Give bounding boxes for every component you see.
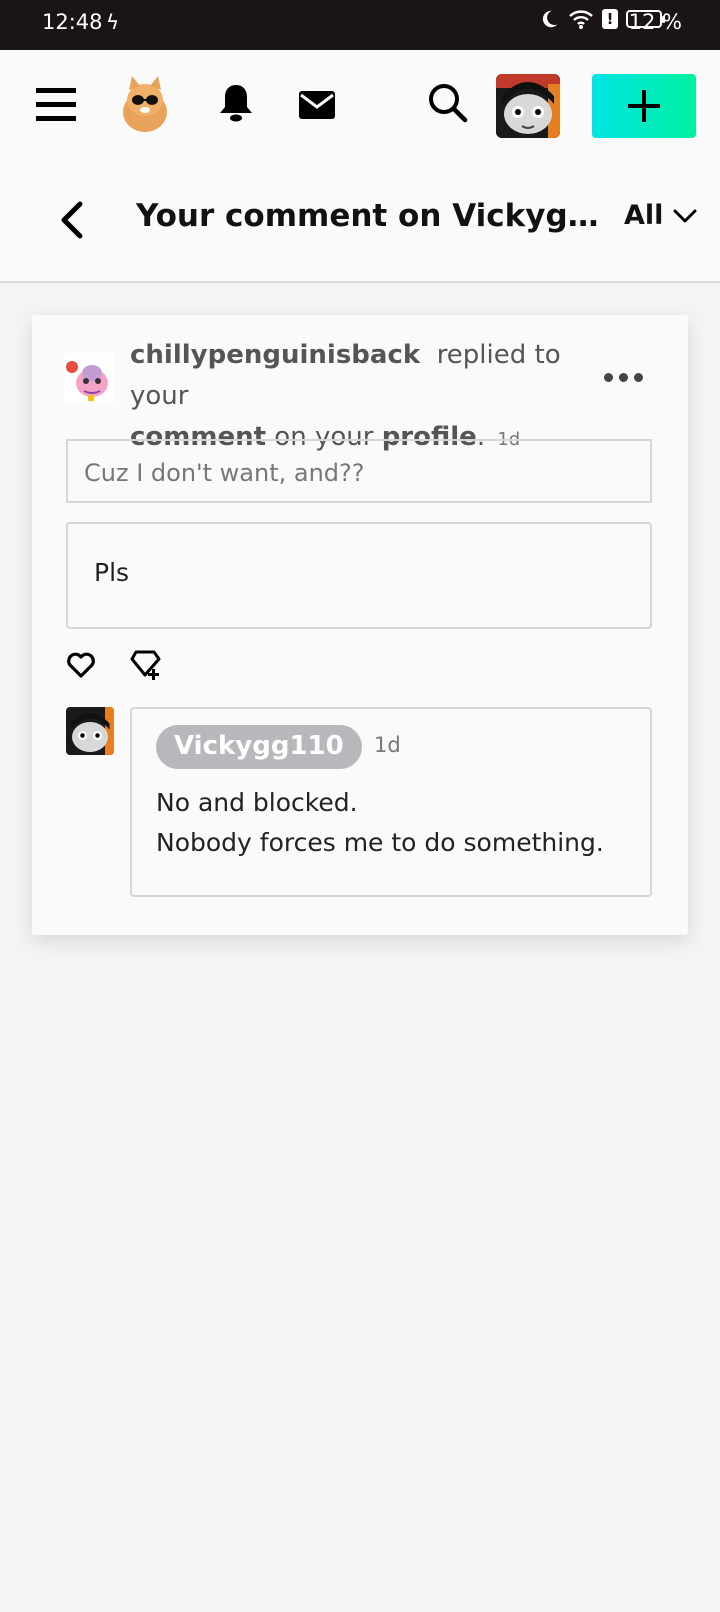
my-reply-bubble: Vickygg110 1d No and blocked. Nobody for… — [130, 707, 652, 897]
menu-icon[interactable] — [36, 88, 76, 122]
dot-icon — [604, 373, 613, 382]
cat-avatar[interactable] — [118, 74, 172, 132]
sender-username[interactable]: chillypenguinisback — [130, 340, 420, 370]
like-icon[interactable] — [66, 651, 96, 679]
status-bar: 12:48 ϟ ! 12 % — [0, 0, 720, 50]
my-reply-line-2: Nobody forces me to do something. — [156, 828, 604, 857]
my-reply-line-1: No and blocked. — [156, 788, 358, 817]
back-icon[interactable] — [58, 200, 86, 240]
user-avatar[interactable] — [496, 74, 560, 138]
title-bar: Your comment on Vickygg110's profile All — [0, 160, 720, 283]
filter-dropdown[interactable]: All — [624, 200, 697, 231]
my-reply-text: No and blocked. Nobody forces me to do s… — [156, 783, 604, 863]
search-icon[interactable] — [428, 83, 468, 123]
notification-card: chillypenguinisback replied to your comm… — [32, 315, 688, 935]
dot-icon — [619, 373, 628, 382]
top-nav-bar — [0, 50, 720, 160]
my-reply-time: 1d — [374, 733, 401, 757]
moon-icon — [542, 10, 558, 28]
reply-comment: Pls — [66, 522, 652, 629]
my-username[interactable]: Vickygg110 — [156, 725, 362, 769]
my-avatar[interactable] — [66, 707, 114, 755]
dot-icon — [634, 373, 643, 382]
wifi-icon — [569, 10, 593, 29]
mail-icon[interactable] — [298, 90, 336, 120]
status-time: 12:48 — [42, 10, 103, 34]
more-options-button[interactable] — [604, 373, 643, 382]
give-gem-icon[interactable] — [130, 649, 164, 681]
bell-icon[interactable] — [218, 83, 254, 123]
filter-label: All — [624, 200, 664, 231]
sender-avatar[interactable] — [64, 353, 114, 403]
page-title: Your comment on Vickygg110's profile — [136, 198, 612, 234]
create-post-button[interactable] — [592, 74, 696, 138]
battery-percent: 12 % — [628, 10, 682, 34]
plus-icon — [628, 90, 660, 122]
quoted-comment: Cuz I don't want, and?? — [66, 439, 652, 503]
alert-icon: ! — [602, 9, 618, 29]
chevron-down-icon — [673, 209, 697, 222]
flash-icon: ϟ — [106, 10, 120, 34]
